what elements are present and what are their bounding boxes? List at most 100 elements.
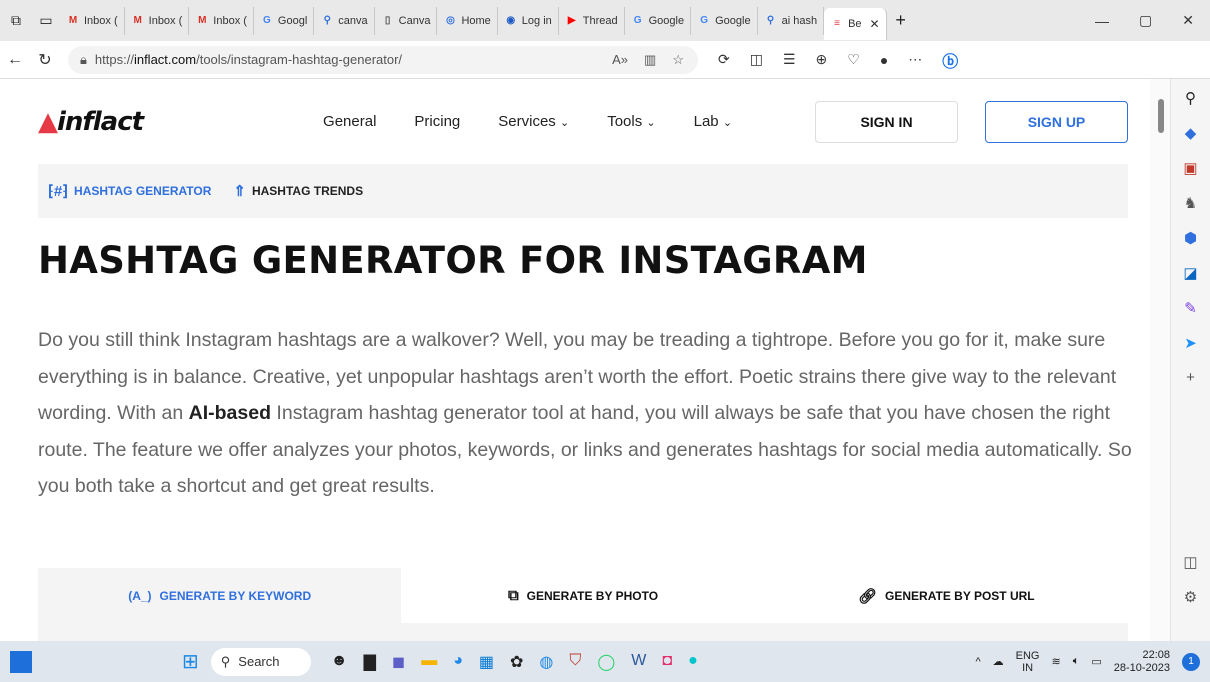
hide-sidebar-icon[interactable]: ◫ <box>1183 553 1197 571</box>
start-icon[interactable]: ⊞ <box>182 649 199 674</box>
file-explorer-icon[interactable]: ▬ <box>421 652 437 672</box>
search-icon[interactable]: ⚲ <box>1185 89 1196 107</box>
shopping-tag-icon[interactable]: ◆ <box>1185 124 1197 142</box>
store-icon[interactable]: ▦ <box>479 652 494 672</box>
profile-icon[interactable]: ● <box>880 52 888 68</box>
browser-tab[interactable]: M Inbox ( <box>60 6 125 35</box>
outlook-icon[interactable]: ◪ <box>1183 264 1197 282</box>
refresh-icon[interactable]: ↻ <box>30 50 60 70</box>
taskbar-search[interactable]: ⚲ Search <box>210 647 311 676</box>
close-tab-icon[interactable]: ✕ <box>870 17 880 31</box>
browser-tab[interactable]: M Inbox ( <box>125 6 190 35</box>
tab-hashtag-trends[interactable]: ⇑ HASHTAG TRENDS <box>233 182 363 200</box>
designer-icon[interactable]: ✎ <box>1184 299 1197 317</box>
copilot-avatar-icon[interactable]: ☻ <box>331 652 348 672</box>
browser-tab[interactable]: ◉ Log in <box>498 6 559 35</box>
collections-icon[interactable]: ⊕ <box>816 51 828 68</box>
inflact-icon: ≡ <box>834 18 840 29</box>
favorites-icon[interactable]: ☰ <box>783 51 796 68</box>
url-field[interactable]: 🔒︎ https://inflact.com/tools/instagram-h… <box>68 45 698 74</box>
language-indicator[interactable]: ENG IN <box>1016 650 1040 674</box>
add-sidebar-app-icon[interactable]: + <box>1186 369 1195 386</box>
browser-tab[interactable]: G Google <box>691 6 758 35</box>
tab-generate-by-photo[interactable]: ⧉ GENERATE BY PHOTO <box>401 568 764 623</box>
workspaces-icon[interactable]: ⧉ <box>0 12 32 29</box>
browser-tab[interactable]: ⚲ ai hash <box>758 6 825 35</box>
back-icon[interactable]: ← <box>0 51 30 69</box>
google-icon: G <box>633 15 642 26</box>
immersive-reader-icon[interactable]: ▥ <box>644 52 656 68</box>
chevron-up-icon[interactable]: ^ <box>975 656 980 668</box>
browser-tab-active[interactable]: ≡ Be ✕ <box>824 7 887 40</box>
word-icon[interactable]: W <box>631 652 646 672</box>
google-icon: G <box>263 15 271 26</box>
inflact-logo[interactable]: ▲inflact <box>38 107 144 137</box>
site-header: ▲inflact General Pricing Services ⌄ Tool… <box>38 79 1128 164</box>
browser-toolbar: ⟳ ◫ ☰ ⊕ ♡ ● ⋯ ⓑ <box>718 48 958 72</box>
nav-pricing[interactable]: Pricing <box>414 113 460 130</box>
tab-actions-icon[interactable]: ▭ <box>32 12 60 29</box>
page-scrollbar[interactable] <box>1150 79 1170 641</box>
battery-icon[interactable]: ▭ <box>1091 655 1101 668</box>
send-icon[interactable]: ➤ <box>1184 334 1197 352</box>
gmail-icon: M <box>198 15 207 26</box>
wifi-icon[interactable]: ≋ <box>1051 655 1060 668</box>
clock[interactable]: 22:08 28-10-2023 <box>1114 649 1170 675</box>
browser-tab[interactable]: ⚲ canva <box>314 6 375 35</box>
maximize-icon[interactable]: ▢ <box>1139 12 1152 29</box>
new-tab-icon[interactable]: + <box>887 10 915 31</box>
bing-copilot-icon[interactable]: ⓑ <box>942 48 958 72</box>
tab-generate-by-keyword[interactable]: (A_) GENERATE BY KEYWORD <box>38 568 402 623</box>
nav-general[interactable]: General <box>323 113 376 130</box>
nav-tools[interactable]: Tools ⌄ <box>607 113 655 130</box>
extensions-icon[interactable]: ⟳ <box>718 51 730 68</box>
close-window-icon[interactable]: ✕ <box>1182 12 1194 29</box>
instagram-icon[interactable]: ◘ <box>662 652 672 672</box>
split-screen-icon[interactable]: ◫ <box>750 51 763 68</box>
more-options-icon[interactable]: ⋯ <box>908 51 922 68</box>
browser-tab[interactable]: ◎ Home <box>437 6 498 35</box>
sign-up-button[interactable]: SIGN UP <box>985 101 1128 143</box>
browser-tab[interactable]: G Googl <box>254 6 315 35</box>
browser-tab[interactable]: ▶ Thread <box>559 6 625 35</box>
games-icon[interactable]: ♞ <box>1184 194 1197 212</box>
gmail-icon: M <box>68 15 78 26</box>
chrome-icon[interactable]: ◍ <box>539 652 553 672</box>
browser-tab[interactable]: M Inbox ( <box>189 6 254 35</box>
whatsapp-icon[interactable]: ◯ <box>597 652 615 672</box>
read-aloud-icon[interactable]: A» <box>612 52 628 68</box>
microsoft365-icon[interactable]: ⬢ <box>1184 229 1197 247</box>
sidebar-settings-icon[interactable]: ⚙ <box>1184 588 1197 606</box>
url-domain: inflact.com <box>133 52 197 67</box>
system-tray: ^ ☁ ENG IN ≋ 🔈︎ ▭ 22:08 28-10-2023 1 <box>975 649 1210 675</box>
search-icon: ⚲ <box>766 15 775 26</box>
weather-icon[interactable]: ☁ <box>993 655 1004 668</box>
canva-icon[interactable]: ● <box>688 652 698 672</box>
notification-badge[interactable]: 1 <box>1182 652 1200 671</box>
tab-label: Canva <box>398 14 431 27</box>
mcafee-icon[interactable]: ⛉ <box>569 652 581 672</box>
minimize-icon[interactable]: — <box>1095 13 1109 29</box>
tab-hashtag-generator[interactable]: ⁅#⁆ HASHTAG GENERATOR <box>48 182 211 200</box>
language-label: ENG <box>1015 649 1040 662</box>
tab-keyword-label: GENERATE BY KEYWORD <box>159 588 312 603</box>
volume-icon[interactable]: 🔈︎ <box>1073 655 1080 668</box>
favorite-star-icon[interactable]: ☆ <box>672 52 684 68</box>
nav-services[interactable]: Services ⌄ <box>498 113 569 130</box>
tab-photo-label: GENERATE BY PHOTO <box>526 588 659 603</box>
nav-lab[interactable]: Lab ⌄ <box>694 113 732 130</box>
tools-briefcase-icon[interactable]: ▣ <box>1183 159 1197 177</box>
browser-tab[interactable]: ▯ Canva <box>375 6 438 35</box>
main-nav: General Pricing Services ⌄ Tools ⌄ Lab ⌄ <box>323 113 732 130</box>
sign-in-button[interactable]: SIGN IN <box>815 101 958 143</box>
widgets-icon[interactable] <box>10 650 32 673</box>
browser-tab[interactable]: G Google <box>625 6 692 35</box>
task-view-icon[interactable]: ▇ <box>364 652 376 672</box>
generator-tabs: (A_) GENERATE BY KEYWORD ⧉ GENERATE BY P… <box>38 568 1128 623</box>
browser-essentials-icon[interactable]: ♡ <box>847 51 860 68</box>
chatgpt-icon[interactable]: ✿ <box>510 652 523 672</box>
edge-icon[interactable]: ◕ <box>453 652 463 672</box>
scrollbar-thumb[interactable] <box>1158 99 1164 133</box>
teams-icon[interactable]: ◼ <box>392 652 405 672</box>
tab-generate-by-post-url[interactable]: 🔗︎ GENERATE BY POST URL <box>765 568 1128 623</box>
